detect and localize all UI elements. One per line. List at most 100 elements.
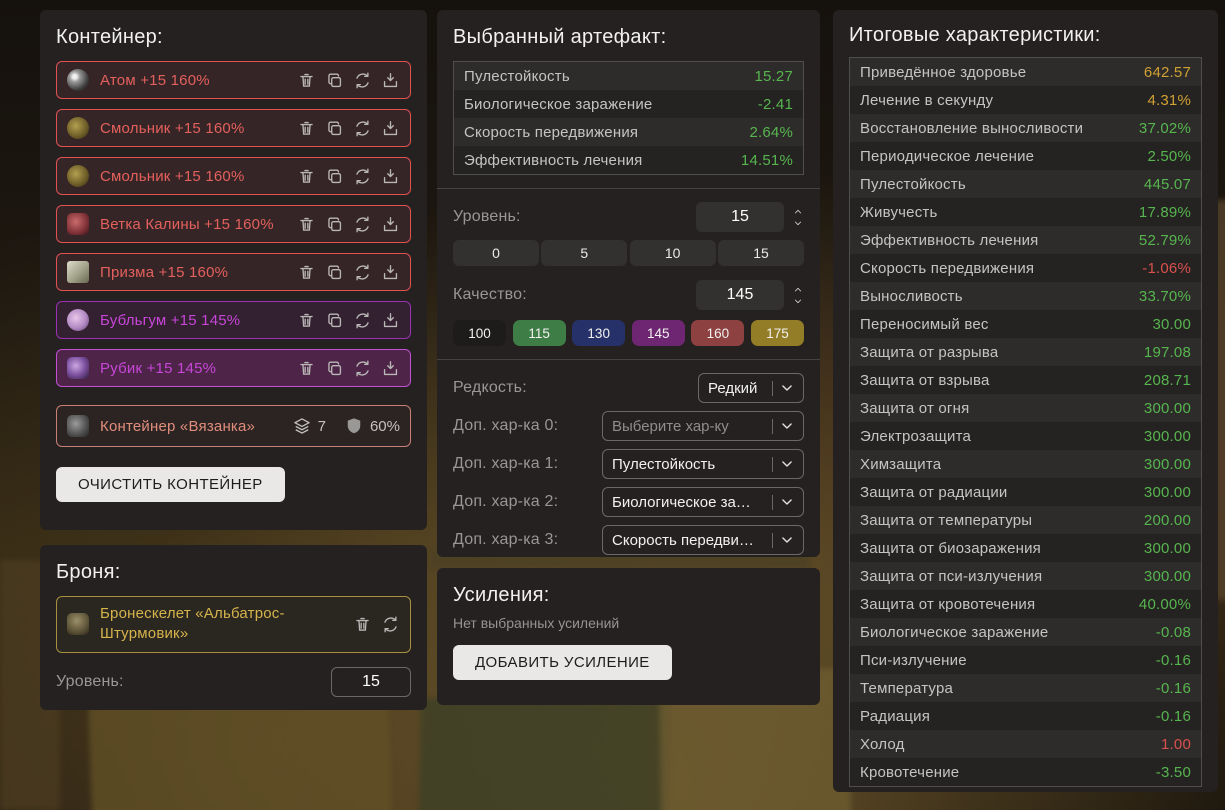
copy-icon[interactable] [325,263,344,282]
delete-icon[interactable] [297,311,316,330]
armor-item-row[interactable]: Бронескелет «Альбатрос-Штурмовик» [56,596,411,653]
chevron-up-icon[interactable] [792,208,804,216]
level-preset-button[interactable]: 15 [718,240,804,266]
totals-row: Электрозащита 300.00 [850,422,1201,450]
refresh-icon[interactable] [353,359,372,378]
level-preset-button[interactable]: 5 [541,240,627,266]
boosts-empty-text: Нет выбранных усилений [453,615,804,631]
divider [437,359,820,360]
delete-icon[interactable] [297,71,316,90]
extra-stat-select[interactable]: Скорость передви… [602,525,804,555]
chevron-down-icon[interactable] [792,219,804,227]
import-icon[interactable] [381,167,400,186]
totals-table: Приведённое здоровье 642.57 Лечение в се… [849,57,1202,787]
artifact-label: Призма +15 160% [100,264,297,281]
copy-icon[interactable] [325,311,344,330]
armor-level-input[interactable]: 15 [331,667,411,697]
extra-stat-select[interactable]: Пулестойкость [602,449,804,479]
prizma-artifact-icon [67,261,89,283]
level-preset-button[interactable]: 10 [630,240,716,266]
extra-stat-row: Доп. хар-ка 0: Выберите хар-ку [453,411,804,441]
layers-icon [292,416,312,436]
totals-row: Защита от огня 300.00 [850,394,1201,422]
quality-preset-button[interactable]: 160 [691,320,744,346]
import-icon[interactable] [381,263,400,282]
delete-icon[interactable] [353,615,372,634]
container-protection: 60% [370,418,400,435]
shield-icon [344,416,364,436]
totals-row: Защита от температуры 200.00 [850,506,1201,534]
container-artifact-row[interactable]: Смольник +15 160% [56,109,411,147]
chevron-down-icon[interactable] [792,297,804,305]
import-icon[interactable] [381,215,400,234]
totals-row: Защита от пси-излучения 300.00 [850,562,1201,590]
totals-row: Биологическое заражение -0.08 [850,618,1201,646]
armor-name: Бронескелет «Альбатрос-Штурмовик» [100,604,347,645]
quality-input[interactable]: 145 [696,280,784,310]
delete-icon[interactable] [297,263,316,282]
import-icon[interactable] [381,359,400,378]
totals-row: Живучесть 17.89% [850,198,1201,226]
extra-stat-row: Доп. хар-ка 3: Скорость передви… [453,525,804,555]
container-info-row[interactable]: Контейнер «Вязанка» 7 60% [56,405,411,447]
totals-title: Итоговые характеристики: [849,24,1202,47]
refresh-icon[interactable] [353,311,372,330]
rarity-label: Редкость: [453,379,527,397]
container-artifact-row[interactable]: Бубльгум +15 145% [56,301,411,339]
refresh-icon[interactable] [381,615,400,634]
quality-preset-button[interactable]: 175 [751,320,804,346]
chevron-down-icon [780,495,794,509]
quality-preset-button[interactable]: 100 [453,320,506,346]
extra-stat-select[interactable]: Биологическое за… [602,487,804,517]
artifact-stats-table: Пулестойкость 15.27 Биологическое зараже… [453,61,804,175]
copy-icon[interactable] [325,215,344,234]
copy-icon[interactable] [325,359,344,378]
container-artifact-row[interactable]: Рубик +15 145% [56,349,411,387]
level-preset-button[interactable]: 0 [453,240,539,266]
extra-stat-select[interactable]: Выберите хар-ку [602,411,804,441]
refresh-icon[interactable] [353,167,372,186]
totals-row: Эффективность лечения 52.79% [850,226,1201,254]
atom-artifact-icon [67,69,89,91]
totals-row: Периодическое лечение 2.50% [850,142,1201,170]
import-icon[interactable] [381,311,400,330]
totals-row: Защита от взрыва 208.71 [850,366,1201,394]
delete-icon[interactable] [297,215,316,234]
refresh-icon[interactable] [353,263,372,282]
delete-icon[interactable] [297,167,316,186]
copy-icon[interactable] [325,167,344,186]
add-boost-button[interactable]: ДОБАВИТЬ УСИЛЕНИЕ [453,645,672,680]
clear-container-button[interactable]: ОЧИСТИТЬ КОНТЕЙНЕР [56,467,285,502]
armor-level-label: Уровень: [56,673,124,691]
delete-icon[interactable] [297,119,316,138]
container-artifact-row[interactable]: Атом +15 160% [56,61,411,99]
artifact-label: Атом +15 160% [100,72,297,89]
rarity-select[interactable]: Редкий [698,373,804,403]
chevron-down-icon [780,533,794,547]
level-input[interactable]: 15 [696,202,784,232]
refresh-icon[interactable] [353,71,372,90]
quality-presets: 100 115 130 145 160 175 [453,320,804,346]
container-artifact-row[interactable]: Ветка Калины +15 160% [56,205,411,243]
armor-title: Броня: [56,561,411,584]
refresh-icon[interactable] [353,119,372,138]
quality-preset-button[interactable]: 145 [632,320,685,346]
selected-artifact-title: Выбранный артефакт: [453,26,804,49]
totals-row: Химзащита 300.00 [850,450,1201,478]
quality-preset-button[interactable]: 115 [513,320,566,346]
import-icon[interactable] [381,119,400,138]
totals-row: Защита от биозаражения 300.00 [850,534,1201,562]
delete-icon[interactable] [297,359,316,378]
container-artifact-row[interactable]: Смольник +15 160% [56,157,411,195]
extra-stat-row: Доп. хар-ка 2: Биологическое за… [453,487,804,517]
chevron-up-icon[interactable] [792,286,804,294]
selected-artifact-panel: Выбранный артефакт: Пулестойкость 15.27 … [437,10,820,557]
container-artifact-row[interactable]: Призма +15 160% [56,253,411,291]
copy-icon[interactable] [325,71,344,90]
refresh-icon[interactable] [353,215,372,234]
import-icon[interactable] [381,71,400,90]
quality-preset-button[interactable]: 130 [572,320,625,346]
totals-row: Скорость передвижения -1.06% [850,254,1201,282]
copy-icon[interactable] [325,119,344,138]
totals-row: Приведённое здоровье 642.57 [850,58,1201,86]
